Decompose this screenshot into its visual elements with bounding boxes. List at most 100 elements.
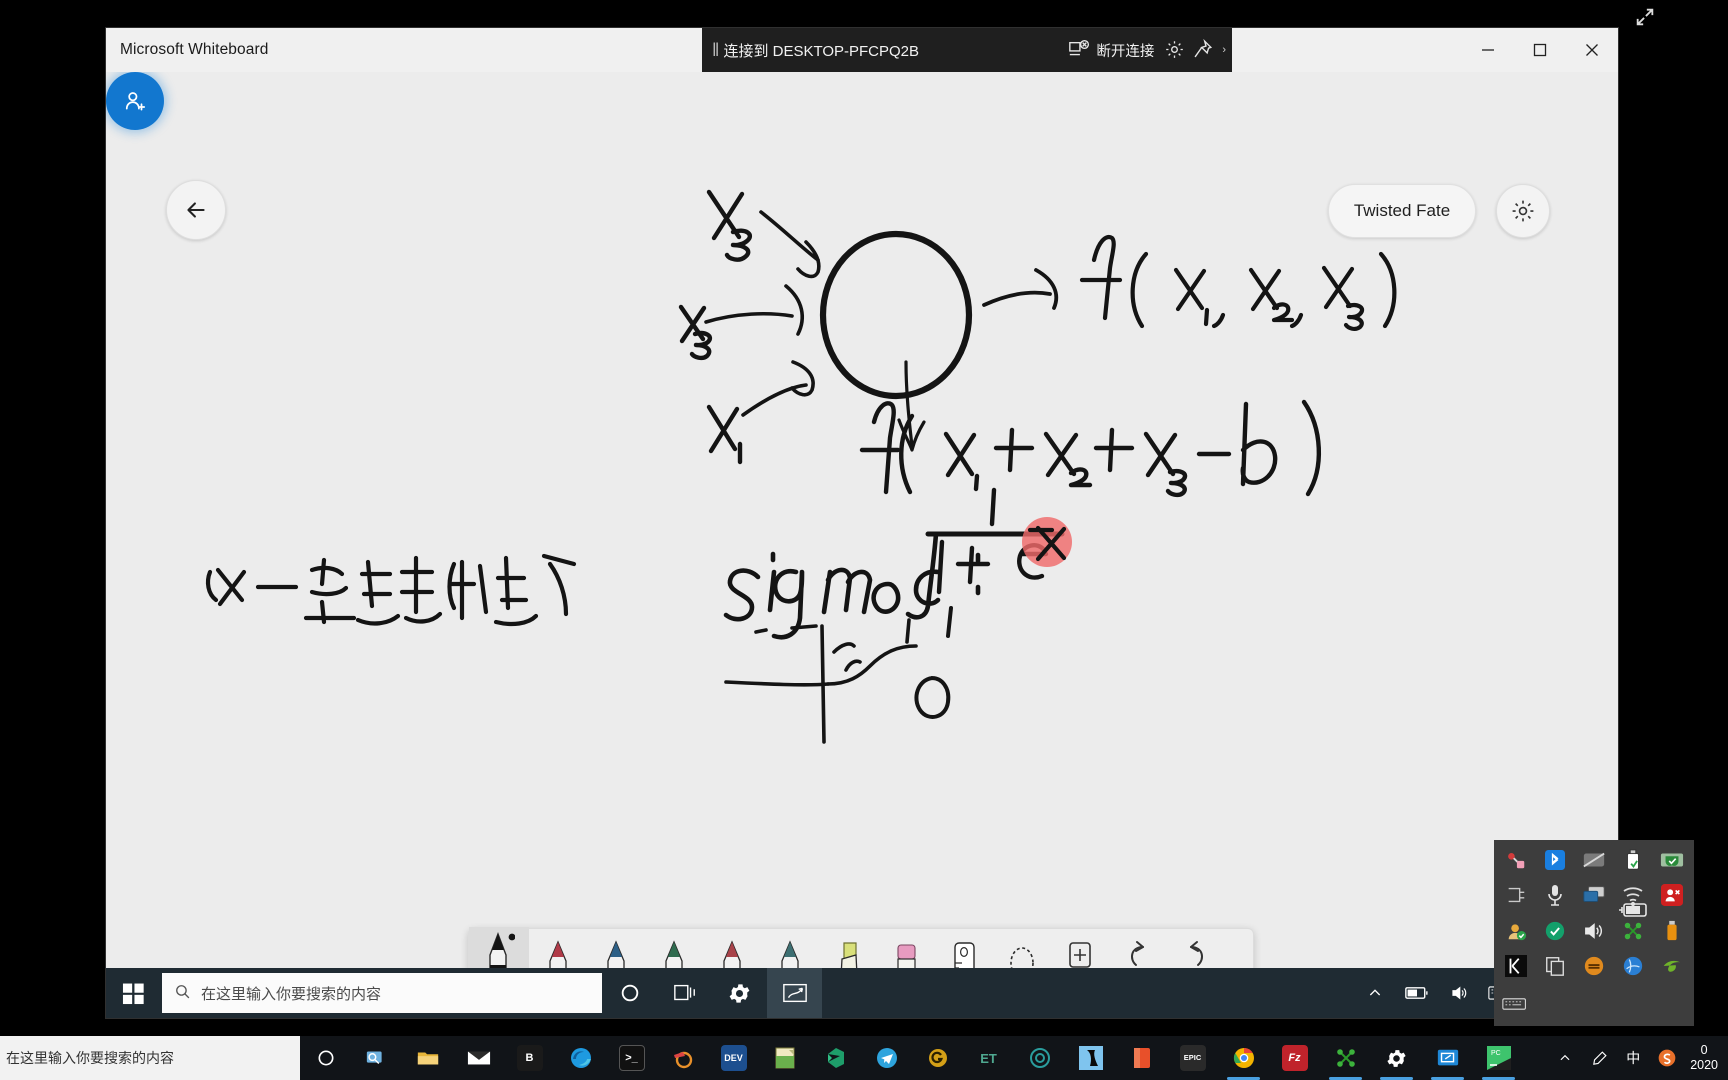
volume-icon[interactable]	[1574, 913, 1613, 949]
host-search-value: 在这里输入你要搜索的内容	[6, 1050, 174, 1066]
remote-display-icon[interactable]	[1574, 878, 1613, 914]
b-glyph: B	[516, 1045, 543, 1071]
host-item-vs-code[interactable]	[810, 1036, 861, 1080]
host-search-box[interactable]: 在这里输入你要搜索的内容	[0, 1036, 300, 1080]
connection-bar-actions: 断开连接 ›	[1064, 38, 1232, 61]
disconnect-button[interactable]: 断开连接	[1064, 39, 1158, 61]
usb-drive-icon[interactable]	[1614, 842, 1653, 878]
host-item-office-app[interactable]	[1116, 1036, 1167, 1080]
guest-search-placeholder: 在这里输入你要搜索的内容	[201, 985, 382, 1003]
disconnect-label: 断开连接	[1096, 43, 1155, 60]
ethernet-icon[interactable]	[1496, 878, 1535, 914]
host-item-microsoft-edge[interactable]	[555, 1036, 606, 1080]
host-item-telegram[interactable]	[861, 1036, 912, 1080]
taskbar-item-cortana[interactable]	[602, 968, 657, 1018]
host-item-blender[interactable]	[657, 1036, 708, 1080]
show-hidden-icons-icon[interactable]	[1548, 1036, 1582, 1080]
host-item-settings[interactable]	[1371, 1036, 1422, 1080]
host-item-filezilla[interactable]: Fz	[1269, 1036, 1320, 1080]
start-button[interactable]	[106, 968, 160, 1018]
keyboard-icon[interactable]	[1502, 996, 1528, 1017]
battery-icon[interactable]	[1396, 968, 1438, 1018]
tray-flyout-row-bottom[interactable]	[1494, 986, 1694, 1026]
host-item-g-app[interactable]	[912, 1036, 963, 1080]
terminal-glyph: >_	[618, 1045, 645, 1071]
volume-icon[interactable]	[1438, 968, 1480, 1018]
guest-taskbar: 在这里输入你要搜索的内容	[106, 968, 1618, 1018]
bluetooth-icon[interactable]	[1535, 842, 1574, 878]
close-button[interactable]	[1566, 28, 1618, 72]
host-item-cortana[interactable]	[300, 1036, 351, 1080]
host-clock-date: 2020	[1690, 1058, 1718, 1072]
orange-app-icon[interactable]	[1574, 949, 1613, 985]
sogou-icon[interactable]	[1650, 1036, 1684, 1080]
connection-bar-grip[interactable]: ‖	[702, 40, 723, 61]
k-app-icon[interactable]	[1496, 949, 1535, 985]
host-item-pycharm[interactable]: PC	[1473, 1036, 1524, 1080]
green-shield-icon[interactable]	[1653, 842, 1692, 878]
show-hidden-icons-icon[interactable]	[1354, 968, 1396, 1018]
microphone-icon[interactable]	[1535, 878, 1574, 914]
tray-flyout-panel[interactable]	[1494, 840, 1694, 986]
host-item-teal-circle-app[interactable]	[1014, 1036, 1065, 1080]
key-lock-icon[interactable]	[1496, 842, 1535, 878]
minimize-button[interactable]	[1462, 28, 1514, 72]
host-item-et-app[interactable]: ET	[963, 1036, 1014, 1080]
taskbar-item-task-view[interactable]	[657, 968, 712, 1018]
disconnect-icon	[1068, 39, 1090, 61]
ime-label: 中	[1626, 1050, 1641, 1066]
fz-glyph: Fz	[1281, 1045, 1308, 1071]
user-name-label: Twisted Fate	[1353, 201, 1451, 220]
usb-stick-icon[interactable]	[1653, 913, 1692, 949]
rdp-connection-bar: ‖ 连接到 DESKTOP-PFCPQ2B 断开连接 ›	[702, 28, 1232, 72]
connection-target-label: 连接到 DESKTOP-PFCPQ2B	[723, 42, 920, 60]
charging-battery-icon[interactable]	[1616, 900, 1650, 925]
gear-icon[interactable]	[1164, 39, 1186, 61]
guest-taskbar-items	[602, 968, 822, 1018]
dev-glyph: DEV	[720, 1045, 747, 1071]
host-taskbar-items: B >_ DEV ET EPIC Fz PC	[300, 1036, 1524, 1080]
host-item-dev-app[interactable]: DEV	[708, 1036, 759, 1080]
nvidia-icon[interactable]	[1653, 949, 1692, 985]
whiteboard-canvas-area[interactable]: Twisted Fate 在这里输入你要搜索的内容	[106, 72, 1618, 1018]
maximize-button[interactable]	[1514, 28, 1566, 72]
host-item-k-blue-app[interactable]	[1065, 1036, 1116, 1080]
screen-root: Microsoft Whiteboard ‖ 连接到 DESKTOP-PFCPQ…	[0, 0, 1728, 1080]
host-item-chrome[interactable]	[1218, 1036, 1269, 1080]
expand-icon[interactable]	[1634, 6, 1656, 28]
user-name-button[interactable]: Twisted Fate	[1328, 184, 1476, 238]
host-item-file-explorer[interactable]	[402, 1036, 453, 1080]
epic-glyph: EPIC	[1179, 1045, 1206, 1071]
host-item-network-graph[interactable]	[1320, 1036, 1371, 1080]
search-icon	[174, 983, 191, 1004]
host-system-tray: 中 0 2020	[1548, 1036, 1728, 1080]
pin-icon[interactable]	[1192, 38, 1214, 61]
green-check-icon[interactable]	[1535, 913, 1574, 949]
pen-icon[interactable]	[1582, 1036, 1616, 1080]
host-item-mail[interactable]	[453, 1036, 504, 1080]
host-item-remote-desktop[interactable]	[1422, 1036, 1473, 1080]
host-clock-time: 0	[1700, 1043, 1708, 1057]
chevron-right-icon[interactable]: ›	[1220, 44, 1226, 56]
host-item-green-editor[interactable]	[759, 1036, 810, 1080]
host-item-epic-games[interactable]: EPIC	[1167, 1036, 1218, 1080]
blue-globe-icon[interactable]	[1614, 949, 1653, 985]
host-item-terminal[interactable]: >_	[606, 1036, 657, 1080]
user-account-icon[interactable]	[1496, 913, 1535, 949]
taskbar-item-settings[interactable]	[712, 968, 767, 1018]
copy-icon[interactable]	[1535, 949, 1574, 985]
host-item-bitlocker-b[interactable]: B	[504, 1036, 555, 1080]
host-taskbar: 在这里输入你要搜索的内容 B >_ DEV ET EPIC Fz PC 中 0 …	[0, 1036, 1728, 1080]
whiteboard-settings-button[interactable]	[1496, 184, 1550, 238]
taskbar-item-whiteboard[interactable]	[767, 968, 822, 1018]
back-button[interactable]	[166, 180, 226, 240]
page-title: Microsoft Whiteboard	[120, 41, 269, 58]
window-controls	[1462, 28, 1618, 72]
touchpad-off-icon[interactable]	[1574, 842, 1613, 878]
host-clock[interactable]: 0 2020	[1684, 1043, 1724, 1073]
red-alert-icon[interactable]	[1653, 878, 1692, 914]
guest-search-box[interactable]: 在这里输入你要搜索的内容	[162, 973, 602, 1013]
ime-indicator[interactable]: 中	[1616, 1036, 1650, 1080]
svg-text:PC: PC	[1491, 1050, 1501, 1057]
host-item-task-view[interactable]	[351, 1036, 402, 1080]
